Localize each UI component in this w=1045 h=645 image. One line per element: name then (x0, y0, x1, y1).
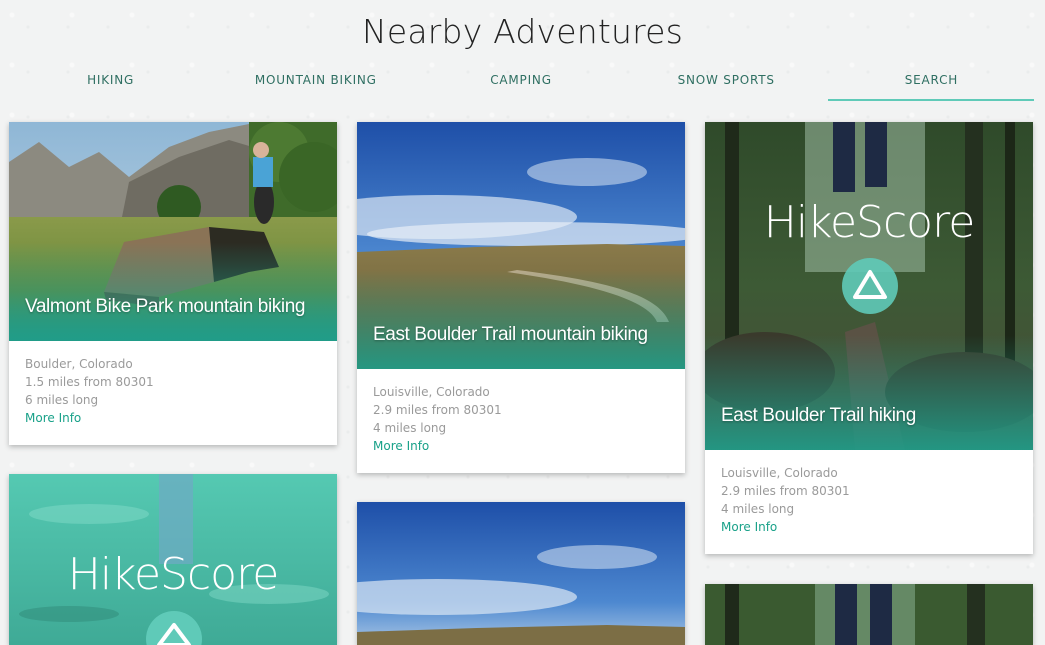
more-info-link[interactable]: More Info (373, 437, 669, 455)
tab-search[interactable]: SEARCH (829, 70, 1034, 100)
tab-mountain-biking[interactable]: MOUNTAIN BIKING (213, 70, 418, 100)
more-info-link[interactable]: More Info (25, 409, 321, 427)
card-image[interactable]: Valmont Bike Park mountain biking (9, 122, 337, 341)
card-location: Louisville, Colorado (721, 466, 838, 480)
adventure-card: East Boulder Trail mountain biking Louis… (357, 122, 685, 473)
card-image[interactable]: East Boulder Trail mountain biking (357, 122, 685, 369)
hikescore-logo-text: HikeScore (67, 549, 280, 600)
card-image[interactable]: HikeScore East Boulder Trail hiking (705, 122, 1033, 450)
card-location: Boulder, Colorado (25, 357, 133, 371)
card-body: Boulder, Colorado 1.5 miles from 80301 6… (9, 341, 337, 427)
forest-photo (705, 584, 1033, 645)
page-title: Nearby Adventures (361, 12, 684, 51)
card-length: 4 miles long (373, 421, 447, 435)
prairie-trail-photo (357, 502, 685, 645)
card-length: 4 miles long (721, 502, 795, 516)
card-distance: 2.9 miles from 80301 (373, 403, 502, 417)
card-title: Valmont Bike Park mountain biking (25, 296, 306, 317)
adventure-card (357, 502, 685, 645)
hikescore-logo-text: HikeScore (763, 197, 976, 248)
card-image[interactable]: HikeScore (9, 474, 337, 645)
adventure-card: Valmont Bike Park mountain biking Boulde… (9, 122, 337, 445)
card-body: Louisville, Colorado 2.9 miles from 8030… (705, 450, 1033, 536)
tab-snow-sports[interactable]: SNOW SPORTS (624, 70, 829, 100)
card-title: East Boulder Trail mountain biking (373, 324, 648, 345)
card-distance: 2.9 miles from 80301 (721, 484, 850, 498)
card-location: Louisville, Colorado (373, 385, 490, 399)
card-length: 6 miles long (25, 393, 99, 407)
category-tabs: HIKING MOUNTAIN BIKING CAMPING SNOW SPOR… (8, 70, 1034, 100)
card-title: East Boulder Trail hiking (721, 405, 916, 426)
card-distance: 1.5 miles from 80301 (25, 375, 154, 389)
more-info-link[interactable]: More Info (721, 518, 1017, 536)
card-body: Louisville, Colorado 2.9 miles from 8030… (357, 369, 685, 455)
adventure-card: HikeScore East Boulder Trail hiking Loui… (705, 122, 1033, 554)
hikescore-badge-icon (842, 258, 898, 314)
tab-hiking[interactable]: HIKING (8, 70, 213, 100)
adventure-card: HikeScore (9, 474, 337, 645)
tab-camping[interactable]: CAMPING (418, 70, 623, 100)
adventure-card (705, 584, 1033, 645)
card-image[interactable] (705, 584, 1033, 645)
hikescore-logo-forest (705, 122, 1033, 450)
active-tab-indicator (828, 99, 1034, 101)
card-image[interactable] (357, 502, 685, 645)
